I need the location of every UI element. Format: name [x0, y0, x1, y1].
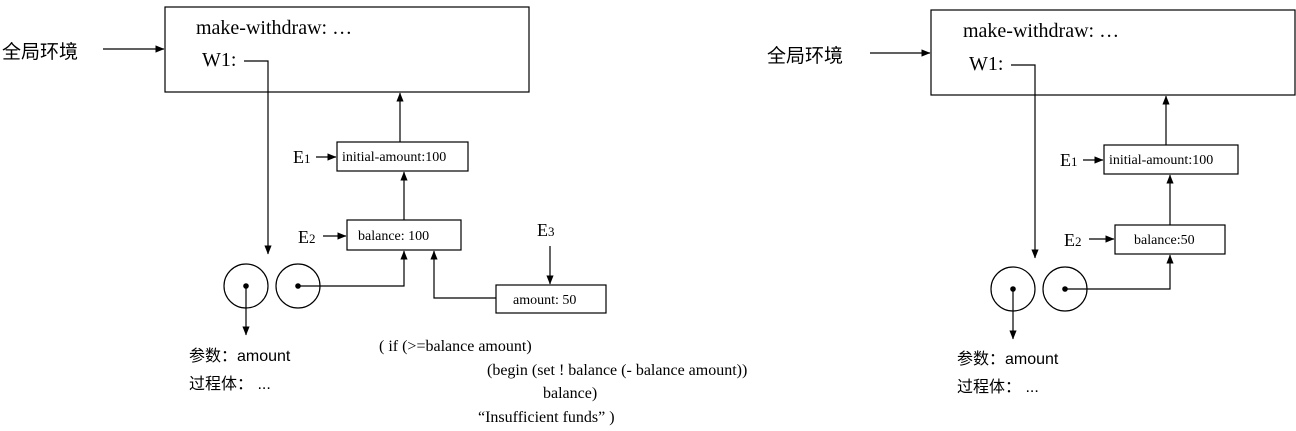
- left-proc-env-pointer-arrow: [298, 250, 408, 287]
- left-e3-label: E3: [537, 220, 555, 240]
- left-code-line-1: ( if (>=balance amount): [379, 338, 532, 355]
- right-w1-pointer-arrow: [1011, 64, 1039, 259]
- right-proc-env-pointer-arrow: [1065, 254, 1174, 290]
- left-code-line-4: “Insufficient funds” ): [478, 409, 615, 426]
- right-diagram: 全局环境 make-withdraw: … W1: initial-amount…: [767, 9, 1296, 396]
- left-w1-pointer-arrow: [244, 60, 272, 255]
- left-e1-label: E1: [293, 147, 311, 167]
- left-code-line-3: balance): [543, 385, 597, 402]
- left-e3-binding: amount: 50: [513, 293, 576, 308]
- right-e2-label: E2: [1064, 230, 1082, 250]
- left-diagram: 全局环境 make-withdraw: … W1: initial-amount…: [2, 6, 747, 426]
- left-proc-params: 参数：amount: [189, 347, 291, 365]
- right-e1-label: E1: [1060, 150, 1078, 170]
- right-global-env-label: 全局环境: [767, 45, 843, 67]
- left-code-line-2: (begin (set ! balance (- balance amount)…: [487, 362, 747, 379]
- diagram-canvas: 全局环境 make-withdraw: … W1: initial-amount…: [2, 6, 1296, 426]
- left-global-make-withdraw: make-withdraw: …: [196, 17, 352, 39]
- left-global-w1: W1:: [202, 49, 236, 71]
- environment-diagram: 全局环境 make-withdraw: … W1: initial-amount…: [0, 0, 1296, 431]
- right-proc-body: 过程体： ...: [957, 378, 1039, 396]
- left-e2-label: E2: [298, 227, 316, 247]
- left-e2-binding: balance: 100: [358, 229, 429, 244]
- right-global-w1: W1:: [969, 53, 1003, 75]
- left-proc-body: 过程体： ...: [189, 375, 271, 393]
- left-global-env-label: 全局环境: [2, 41, 78, 63]
- right-proc-params: 参数：amount: [957, 350, 1059, 368]
- right-global-make-withdraw: make-withdraw: …: [963, 20, 1119, 42]
- right-e1-binding: initial-amount:100: [1109, 153, 1213, 168]
- left-e3-enclosing-arrow: [430, 250, 496, 299]
- left-e1-binding: initial-amount:100: [342, 150, 446, 165]
- right-e2-binding: balance:50: [1134, 233, 1195, 248]
